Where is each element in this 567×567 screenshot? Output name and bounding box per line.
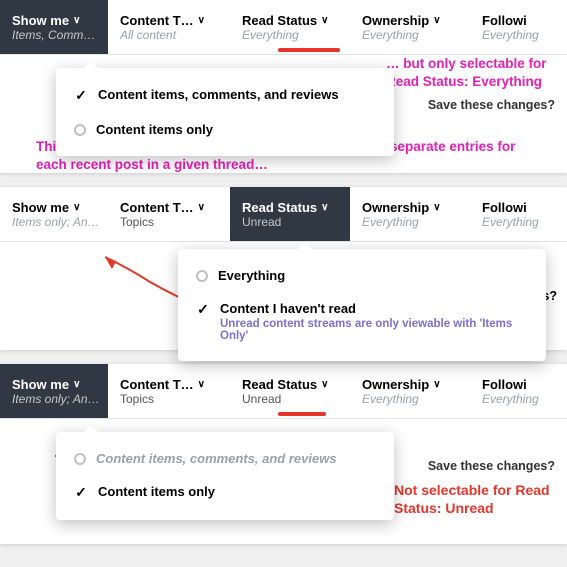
filter-read-status[interactable]: Read Status ∨ Unread xyxy=(230,364,350,418)
radio-icon xyxy=(196,270,208,282)
filter-label: Followi xyxy=(482,200,527,215)
filter-read-status[interactable]: Read Status ∨ Unread xyxy=(230,187,350,241)
option-items-only[interactable]: ✓ Content items only xyxy=(56,475,394,510)
option-label: Everything xyxy=(218,268,285,283)
radio-icon xyxy=(74,453,86,465)
option-items-only[interactable]: Content items only xyxy=(56,113,394,146)
filter-value: Everything xyxy=(242,28,337,42)
filter-show-me[interactable]: Show me ∨ Items only; An… xyxy=(0,364,108,418)
annotation-text-red: Not selectable for Read Status: Unread xyxy=(394,482,559,517)
chevron-down-icon: ∨ xyxy=(433,15,440,26)
filter-label: Show me xyxy=(12,377,69,392)
filter-value: Items only; An… xyxy=(12,215,100,229)
filter-ownership[interactable]: Ownership ∨ Everything xyxy=(350,0,470,54)
filter-value: Everything xyxy=(362,28,457,42)
filter-bar: Show me ∨ Items only; An… Content T… ∨ Top… xyxy=(0,187,567,242)
filter-label: Ownership xyxy=(362,13,429,28)
chevron-down-icon: ∨ xyxy=(73,15,80,26)
filter-value: Everything xyxy=(482,392,557,406)
filter-value: All content xyxy=(120,28,215,42)
filter-value: Unread xyxy=(242,392,337,406)
panel-3: Show me ∨ Items only; An… Content T… ∨ Top… xyxy=(0,364,567,544)
filter-value: Topics xyxy=(120,215,215,229)
filter-show-me[interactable]: Show me ∨ Items, Comm… xyxy=(0,0,108,54)
option-label: Content I haven't read xyxy=(220,301,528,316)
filter-value: Everything xyxy=(362,392,457,406)
filter-value: Items only; An… xyxy=(12,392,100,406)
filter-label: Show me xyxy=(12,13,69,28)
chevron-down-icon: ∨ xyxy=(433,379,440,390)
filter-value: Everything xyxy=(482,215,557,229)
filter-content-type[interactable]: Content T… ∨ Topics xyxy=(108,187,230,241)
filter-label: Followi xyxy=(482,377,527,392)
filter-value: Everything xyxy=(482,28,557,42)
chevron-down-icon: ∨ xyxy=(73,379,80,390)
filter-label: Followi xyxy=(482,13,527,28)
filter-content-type[interactable]: Content T… ∨ All content xyxy=(108,0,230,54)
chevron-down-icon: ∨ xyxy=(198,379,205,390)
chevron-down-icon: ∨ xyxy=(73,202,80,213)
filter-bar: Show me ∨ Items, Comm… Content T… ∨ All co… xyxy=(0,0,567,55)
filter-show-me[interactable]: Show me ∨ Items only; An… xyxy=(0,187,108,241)
filter-ownership[interactable]: Ownership ∨ Everything xyxy=(350,364,470,418)
filter-label: Read Status xyxy=(242,377,317,392)
filter-label: Content T… xyxy=(120,377,194,392)
check-icon: ✓ xyxy=(196,301,210,318)
filter-label: Show me xyxy=(12,200,69,215)
filter-bar: Show me ∨ Items only; An… Content T… ∨ Top… xyxy=(0,364,567,419)
filter-label: Content T… xyxy=(120,13,194,28)
save-changes-link[interactable]: Save these changes? xyxy=(428,98,555,112)
filter-label: Read Status xyxy=(242,13,317,28)
filter-value: Items, Comm… xyxy=(12,28,100,42)
filter-label: Read Status xyxy=(242,200,317,215)
annotation-underline xyxy=(278,412,326,416)
filter-label: Ownership xyxy=(362,200,429,215)
chevron-down-icon: ∨ xyxy=(321,379,328,390)
option-label: Content items, comments, and reviews xyxy=(96,451,337,466)
chevron-down-icon: ∨ xyxy=(198,15,205,26)
filter-ownership[interactable]: Ownership ∨ Everything xyxy=(350,187,470,241)
dropdown-read-status: Everything ✓ Content I haven't read Unre… xyxy=(178,249,546,361)
filter-label: Content T… xyxy=(120,200,194,215)
filter-value: Unread xyxy=(242,215,337,229)
dropdown-show-me: Content items, comments, and reviews ✓ C… xyxy=(56,432,394,520)
panel-1: Show me ∨ Items, Comm… Content T… ∨ All co… xyxy=(0,0,567,173)
filter-following[interactable]: Followi Everything xyxy=(470,0,565,54)
option-items-comments-reviews[interactable]: ✓ Content items, comments, and reviews xyxy=(56,78,394,113)
chevron-down-icon: ∨ xyxy=(198,202,205,213)
annotation-underline xyxy=(278,48,340,52)
filter-content-type[interactable]: Content T… ∨ Topics xyxy=(108,364,230,418)
option-note: Unread content streams are only viewable… xyxy=(220,318,528,342)
option-label: Content items only xyxy=(98,484,215,499)
save-changes-link[interactable]: Save these changes? xyxy=(428,459,555,473)
panel-2: Show me ∨ Items only; An… Content T… ∨ Top… xyxy=(0,187,567,350)
option-everything[interactable]: Everything xyxy=(178,259,546,292)
dropdown-show-me: ✓ Content items, comments, and reviews C… xyxy=(56,68,394,156)
option-label: Content items, comments, and reviews xyxy=(98,87,339,102)
check-icon: ✓ xyxy=(74,87,88,104)
chevron-down-icon: ∨ xyxy=(321,15,328,26)
radio-icon xyxy=(74,124,86,136)
option-label: Content items only xyxy=(96,122,213,137)
filter-value: Topics xyxy=(120,392,215,406)
option-havent-read[interactable]: ✓ Content I haven't read Unread content … xyxy=(178,292,546,351)
filter-following[interactable]: Followi Everything xyxy=(470,187,565,241)
filter-read-status[interactable]: Read Status ∨ Everything xyxy=(230,0,350,54)
filter-value: Everything xyxy=(362,215,457,229)
check-icon: ✓ xyxy=(74,484,88,501)
chevron-down-icon: ∨ xyxy=(321,202,328,213)
filter-following[interactable]: Followi Everything xyxy=(470,364,565,418)
chevron-down-icon: ∨ xyxy=(433,202,440,213)
filter-label: Ownership xyxy=(362,377,429,392)
annotation-text-pink-right: … but only selectable for Read Status: E… xyxy=(386,55,561,90)
option-items-comments-reviews-disabled: Content items, comments, and reviews xyxy=(56,442,394,475)
